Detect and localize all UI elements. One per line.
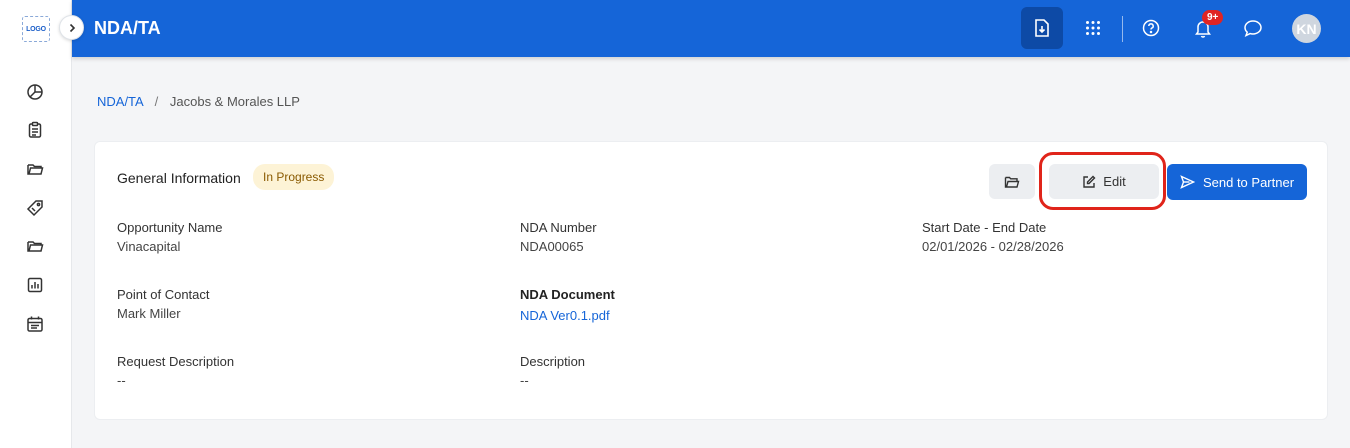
download-button[interactable]	[1021, 7, 1063, 49]
messages-button[interactable]	[1232, 7, 1274, 49]
grid-icon	[1086, 21, 1100, 35]
calendar-icon[interactable]	[25, 314, 45, 334]
nda-document-label: NDA Document	[520, 287, 615, 302]
send-to-partner-label: Send to Partner	[1202, 174, 1295, 190]
nda-number-value: NDA00065	[520, 239, 584, 254]
clipboard-icon[interactable]	[25, 120, 45, 140]
date-range-label: Start Date - End Date	[922, 220, 1047, 235]
folder-icon[interactable]	[25, 159, 45, 179]
avatar[interactable]: KN	[1292, 14, 1321, 43]
nda-document-link[interactable]: NDA Ver0.1.pdf	[520, 308, 610, 323]
point-of-contact-value: Mark Miller	[117, 306, 181, 321]
status-badge: In Progress	[253, 164, 335, 190]
folder-open-icon[interactable]	[25, 236, 45, 256]
sidebar-toggle-button[interactable]	[59, 15, 84, 40]
section-title: General Information	[117, 170, 241, 186]
logo: LOGO	[22, 16, 50, 42]
date-range-value: 02/01/2026 - 02/28/2026	[922, 239, 1064, 254]
help-icon	[1142, 19, 1160, 37]
send-icon	[1180, 175, 1195, 189]
description-value: --	[520, 373, 529, 388]
download-file-icon	[1035, 19, 1049, 37]
chevron-right-icon	[69, 23, 75, 32]
highlight-annotation	[1039, 152, 1166, 210]
description-label: Description	[520, 354, 586, 369]
tag-icon[interactable]	[25, 198, 45, 218]
breadcrumb-separator: /	[154, 94, 159, 109]
sidebar: LOGO	[0, 0, 72, 448]
opportunity-name-label: Opportunity Name	[117, 220, 223, 235]
chat-icon	[1244, 20, 1262, 37]
page-title: NDA/TA	[94, 18, 161, 38]
apps-menu-button[interactable]	[1072, 7, 1114, 49]
notification-badge: 9+	[1202, 10, 1224, 25]
point-of-contact-label: Point of Contact	[117, 287, 210, 302]
pie-chart-icon[interactable]	[25, 82, 45, 102]
toolbar-divider	[1122, 16, 1123, 42]
send-to-partner-button[interactable]: Send to Partner	[1167, 164, 1307, 200]
help-button[interactable]	[1130, 7, 1172, 49]
report-icon[interactable]	[25, 275, 45, 295]
breadcrumb: NDA/TA / Jacobs & Morales LLP	[97, 94, 300, 109]
breadcrumb-current: Jacobs & Morales LLP	[169, 94, 300, 109]
folder-icon	[1004, 176, 1020, 188]
request-description-value: --	[117, 373, 126, 388]
nda-number-label: NDA Number	[520, 220, 597, 235]
open-folder-button[interactable]	[989, 164, 1035, 199]
breadcrumb-root-link[interactable]: NDA/TA	[97, 94, 143, 109]
opportunity-name-value: Vinacapital	[117, 239, 181, 254]
top-bar: NDA/TA 9+ KN	[72, 0, 1350, 57]
request-description-label: Request Description	[117, 354, 235, 369]
general-information-card: General Information In Progress Edit Sen…	[94, 141, 1328, 420]
